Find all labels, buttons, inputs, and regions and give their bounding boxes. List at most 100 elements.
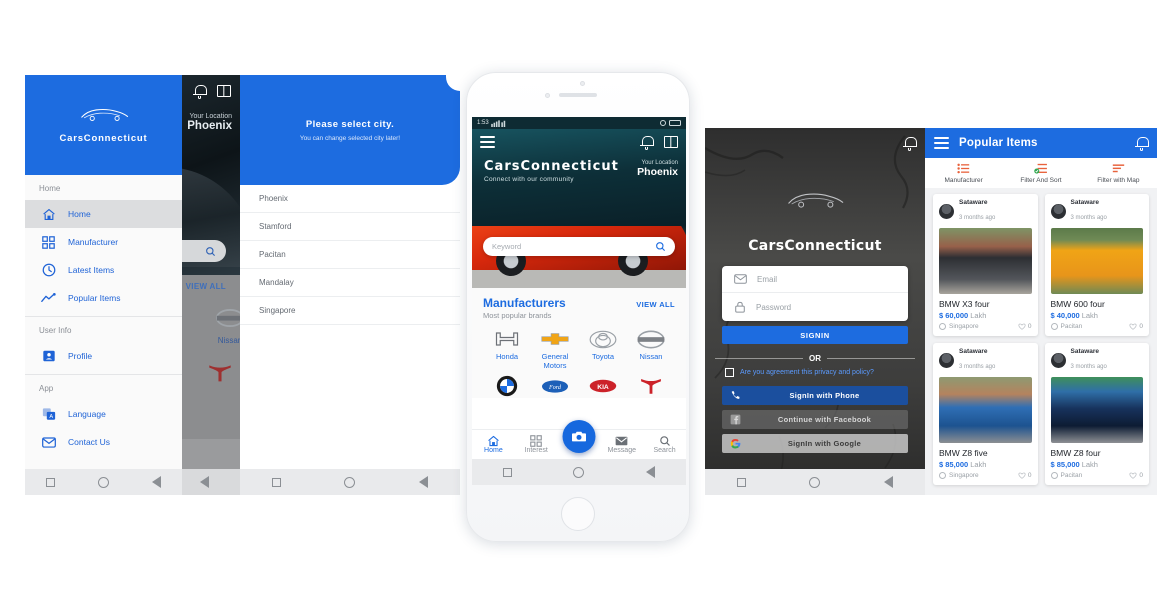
brand-tesla[interactable]	[627, 374, 675, 398]
sidebar-item-label: Latest Items	[68, 265, 115, 275]
search-input[interactable]: Keyword	[483, 237, 675, 256]
manufacturer-filter-button[interactable]: Manufacturer	[925, 163, 1002, 184]
brand-tesla-dimmed[interactable]	[207, 363, 233, 388]
location-pin-icon	[1050, 472, 1058, 479]
view-all-link[interactable]: VIEW ALL	[636, 300, 675, 309]
brand-honda[interactable]: Honda	[483, 327, 531, 370]
brand-name: Nissan	[639, 352, 663, 361]
like-count: 0	[1027, 472, 1032, 479]
signin-with-google-button[interactable]: SignIn with Google	[722, 434, 908, 453]
item-title: BMW 600 four	[1050, 299, 1105, 309]
like-count: 0	[1139, 472, 1143, 479]
signin-button[interactable]: SIGNIN	[722, 326, 908, 344]
android-back-button[interactable]	[151, 476, 161, 488]
sidebar-item-contact-us[interactable]: Contact Us	[25, 428, 182, 456]
view-all-link-dimmed[interactable]: VIEW ALL	[186, 282, 226, 291]
sidebar-item-profile[interactable]: Profile	[25, 342, 182, 370]
city-select-header: Please select city. You can change selec…	[240, 75, 460, 185]
popular-appbar: Popular Items	[925, 128, 1157, 158]
list-item[interactable]: Sataware 3 months ago BMW X3 four $ 60,0…	[933, 194, 1038, 336]
android-back-button[interactable]	[419, 476, 429, 488]
brand-general-motors[interactable]: General Motors	[531, 327, 579, 370]
email-field[interactable]: Email	[722, 266, 908, 292]
city-list-item[interactable]: Pacitan	[240, 241, 460, 268]
city-select-subtitle: You can change selected city later!	[299, 134, 401, 142]
bottom-nav-item-message[interactable]: Message	[600, 435, 643, 454]
bottom-nav-item-home[interactable]: Home	[472, 435, 515, 454]
filter-sort-icon	[1002, 163, 1079, 175]
location-display: Your Location Phoenix	[187, 113, 232, 132]
city-list-item[interactable]: Singapore	[240, 297, 460, 324]
password-field[interactable]: Password	[722, 292, 908, 321]
signin-brand-title: CarsConnecticut	[748, 238, 882, 254]
svg-text:A: A	[49, 414, 53, 420]
city-list-item[interactable]: Stamford	[240, 213, 460, 240]
privacy-policy-label[interactable]: Are you agreement this privacy and polic…	[740, 369, 874, 376]
android-home-button[interactable]	[809, 476, 821, 488]
sidebar-item-latest-items[interactable]: Latest Items	[25, 256, 182, 284]
list-item[interactable]: Sataware 3 months ago BMW Z8 five $ 85,0…	[933, 343, 1038, 485]
like-counter[interactable]: 0	[1018, 323, 1032, 330]
android-home-button[interactable]	[344, 476, 356, 488]
android-back-button[interactable]	[646, 466, 656, 478]
item-price-unit: Lakh	[1081, 311, 1098, 320]
hamburger-icon[interactable]	[480, 136, 495, 148]
sidebar-item-popular-items[interactable]: Popular Items	[25, 284, 182, 312]
like-counter[interactable]: 0	[1129, 323, 1143, 330]
android-home-button[interactable]	[97, 476, 109, 488]
status-bar: 1:53	[472, 117, 686, 129]
tool-label: Manufacturer	[944, 176, 983, 184]
search-icon[interactable]	[655, 241, 666, 252]
brand-nissan-dimmed[interactable]: Nissan	[200, 307, 240, 345]
signal-icon	[490, 119, 505, 127]
android-back-button[interactable]	[884, 476, 894, 488]
location-label: Your Location	[189, 113, 232, 120]
android-recents-button[interactable]	[46, 477, 56, 487]
bell-icon[interactable]	[640, 135, 654, 150]
bottom-nav-item-interest[interactable]: Interest	[515, 435, 558, 454]
bottom-nav-item-search[interactable]: Search	[643, 435, 686, 454]
sidebar-item-home[interactable]: Home	[25, 200, 182, 228]
item-timestamp: 3 months ago	[1070, 364, 1107, 370]
book-icon[interactable]	[217, 85, 231, 97]
hamburger-icon[interactable]	[934, 137, 949, 149]
home-button[interactable]	[561, 497, 595, 531]
filter-with-map-button[interactable]: Filter with Map	[1080, 163, 1157, 184]
like-counter[interactable]: 0	[1129, 472, 1143, 479]
city-list-item[interactable]: Phoenix	[240, 185, 460, 212]
brand-nissan[interactable]: Nissan	[627, 327, 675, 370]
continue-with-facebook-button[interactable]: Continue with Facebook	[722, 410, 908, 429]
item-location: Pacitan	[1060, 472, 1083, 479]
list-item[interactable]: Sataware 3 months ago BMW 600 four $ 40,…	[1044, 194, 1149, 336]
bell-icon[interactable]	[903, 136, 917, 151]
location-display[interactable]: Your Location Phoenix	[637, 160, 678, 178]
bell-icon[interactable]	[193, 84, 207, 99]
privacy-policy-checkbox[interactable]: Are you agreement this privacy and polic…	[725, 368, 911, 377]
like-counter[interactable]: 0	[1018, 472, 1032, 479]
list-item[interactable]: Sataware 3 months ago BMW Z8 four $ 85,0…	[1044, 343, 1149, 485]
android-nav-bar	[240, 469, 460, 495]
item-price-unit: Lakh	[970, 460, 987, 469]
brand-ford[interactable]: Ford	[531, 374, 579, 398]
brand-bmw[interactable]	[483, 374, 531, 398]
sidebar-item-language[interactable]: A Language	[25, 400, 182, 428]
android-home-button[interactable]	[573, 466, 585, 478]
android-recents-button[interactable]	[736, 477, 746, 487]
book-icon[interactable]	[664, 136, 678, 148]
android-recents-button[interactable]	[271, 477, 281, 487]
brand-kia[interactable]: KIA	[579, 374, 627, 398]
signin-with-phone-button[interactable]: SignIn with Phone	[722, 386, 908, 405]
item-timestamp: 3 months ago	[1070, 215, 1107, 221]
item-price-unit: Lakh	[1081, 460, 1098, 469]
android-recents-button[interactable]	[502, 467, 512, 477]
sidebar-item-manufacturer[interactable]: Manufacturer	[25, 228, 182, 256]
checkbox-icon[interactable]	[725, 368, 734, 377]
bell-icon[interactable]	[1135, 136, 1149, 151]
android-back-button[interactable]	[200, 476, 209, 488]
filter-and-sort-button[interactable]: Filter And Sort	[1002, 163, 1079, 184]
camera-fab-button[interactable]	[562, 420, 596, 453]
brand-toyota[interactable]: Toyota	[579, 327, 627, 370]
popular-items-screen: Popular Items Manufacturer Filter And So…	[925, 128, 1157, 495]
item-author: Sataware	[959, 199, 988, 206]
city-list-item[interactable]: Mandalay	[240, 269, 460, 296]
